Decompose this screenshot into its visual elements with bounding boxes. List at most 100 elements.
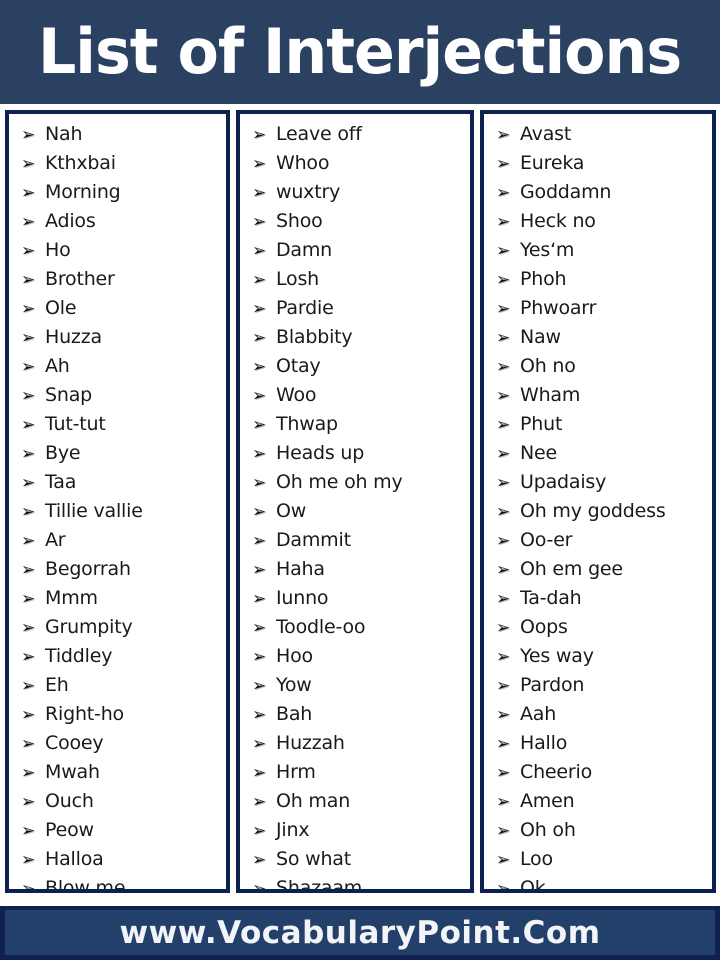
arrowhead-bullet-icon: ➢: [252, 473, 267, 493]
interjection-label: Ok: [520, 877, 546, 893]
arrowhead-bullet-icon: ➢: [21, 792, 36, 812]
arrowhead-bullet-icon: ➢: [252, 850, 267, 870]
list-item: ➢ Cooey: [15, 729, 224, 758]
list-item: ➢ Mmm: [15, 584, 224, 613]
arrowhead-bullet-icon: ➢: [496, 183, 511, 203]
list-item: ➢ Blow me: [15, 874, 224, 889]
interjection-label: Mmm: [45, 587, 98, 609]
list-item: ➢ Phwoarr: [490, 294, 710, 323]
arrowhead-bullet-icon: ➢: [496, 879, 511, 893]
arrowhead-bullet-icon: ➢: [21, 618, 36, 638]
interjection-label: Tillie vallie: [45, 500, 143, 522]
arrowhead-bullet-icon: ➢: [21, 589, 36, 609]
interjection-label: Phoh: [520, 268, 567, 290]
interjection-label: Upadaisy: [520, 471, 607, 493]
interjection-label: Ole: [45, 297, 77, 319]
arrowhead-bullet-icon: ➢: [496, 212, 511, 232]
arrowhead-bullet-icon: ➢: [496, 618, 511, 638]
list-item: ➢ Snap: [15, 381, 224, 410]
interjections-list-3: ➢ Avast ➢ Eureka ➢ Goddamn ➢ Heck no ➢ Yes‘m ➢ Phoh…: [490, 120, 710, 893]
interjection-label: Goddamn: [520, 181, 612, 203]
list-item: ➢ Hallo: [490, 729, 710, 758]
arrowhead-bullet-icon: ➢: [496, 850, 511, 870]
interjection-label: Jinx: [276, 819, 310, 841]
footer-inner-panel: www.VocabularyPoint.Com: [5, 910, 715, 955]
arrowhead-bullet-icon: ➢: [21, 299, 36, 319]
list-item: ➢ Ole: [15, 294, 224, 323]
arrowhead-bullet-icon: ➢: [496, 705, 511, 725]
list-item: ➢ Tiddley: [15, 642, 224, 671]
list-item: ➢ Halloa: [15, 845, 224, 874]
arrowhead-bullet-icon: ➢: [252, 705, 267, 725]
arrowhead-bullet-icon: ➢: [21, 676, 36, 696]
list-item: ➢ Morning: [15, 178, 224, 207]
interjection-label: Morning: [45, 181, 121, 203]
list-item: ➢ Otay: [246, 352, 468, 381]
arrowhead-bullet-icon: ➢: [21, 357, 36, 377]
arrowhead-bullet-icon: ➢: [252, 299, 267, 319]
website-url[interactable]: www.VocabularyPoint.Com: [119, 916, 600, 950]
interjection-label: Kthxbai: [45, 152, 116, 174]
list-item: ➢ Hoo: [246, 642, 468, 671]
list-item: ➢ Yes‘m: [490, 236, 710, 265]
interjection-label: So what: [276, 848, 351, 870]
arrowhead-bullet-icon: ➢: [496, 734, 511, 754]
list-item: ➢ Tillie vallie: [15, 497, 224, 526]
interjection-label: Phut: [520, 413, 563, 435]
list-item: ➢ Phut: [490, 410, 710, 439]
interjection-label: Amen: [520, 790, 575, 812]
interjection-label: Begorrah: [45, 558, 131, 580]
list-item: ➢ So what: [246, 845, 468, 874]
list-item: ➢ Oops: [490, 613, 710, 642]
interjection-label: Grumpity: [45, 616, 133, 638]
list-item: ➢ Peow: [15, 816, 224, 845]
list-item: ➢ Dammit: [246, 526, 468, 555]
interjection-label: Blabbity: [276, 326, 353, 348]
list-item: ➢ Avast: [490, 120, 710, 149]
list-item: ➢ Ho: [15, 236, 224, 265]
interjection-label: Ah: [45, 355, 70, 377]
list-item: ➢ Oo-er: [490, 526, 710, 555]
list-item: ➢ Ow: [246, 497, 468, 526]
interjection-label: Hoo: [276, 645, 313, 667]
interjection-label: Aah: [520, 703, 557, 725]
interjection-label: Halloa: [45, 848, 104, 870]
interjection-label: Thwap: [276, 413, 338, 435]
interjection-label: Ouch: [45, 790, 94, 812]
arrowhead-bullet-icon: ➢: [496, 589, 511, 609]
arrowhead-bullet-icon: ➢: [496, 357, 511, 377]
arrowhead-bullet-icon: ➢: [496, 154, 511, 174]
interjection-label: wuxtry: [276, 181, 341, 203]
list-item: ➢ Blabbity: [246, 323, 468, 352]
arrowhead-bullet-icon: ➢: [496, 241, 511, 261]
interjections-columns: ➢ Nah ➢ Kthxbai ➢ Morning ➢ Adios ➢ Ho ➢ Brother ➢ Ol…: [5, 110, 716, 893]
interjection-label: Shoo: [276, 210, 323, 232]
list-item: ➢ Heck no: [490, 207, 710, 236]
arrowhead-bullet-icon: ➢: [252, 357, 267, 377]
interjection-label: Huzza: [45, 326, 102, 348]
arrowhead-bullet-icon: ➢: [21, 415, 36, 435]
arrowhead-bullet-icon: ➢: [21, 473, 36, 493]
interjection-label: Ho: [45, 239, 71, 261]
arrowhead-bullet-icon: ➢: [496, 415, 511, 435]
arrowhead-bullet-icon: ➢: [496, 444, 511, 464]
arrowhead-bullet-icon: ➢: [496, 647, 511, 667]
list-item: ➢ Jinx: [246, 816, 468, 845]
poster-page: List of Interjections ➢ Nah ➢ Kthxbai ➢ Morni…: [0, 0, 720, 960]
list-item: ➢ Cheerio: [490, 758, 710, 787]
list-item: ➢ Bye: [15, 439, 224, 468]
list-item: ➢ Eh: [15, 671, 224, 700]
arrowhead-bullet-icon: ➢: [21, 531, 36, 551]
arrowhead-bullet-icon: ➢: [252, 415, 267, 435]
interjection-label: Haha: [276, 558, 325, 580]
interjection-label: Tiddley: [45, 645, 113, 667]
interjection-label: Iunno: [276, 587, 329, 609]
arrowhead-bullet-icon: ➢: [252, 763, 267, 783]
arrowhead-bullet-icon: ➢: [21, 154, 36, 174]
page-footer-banner: www.VocabularyPoint.Com: [0, 906, 720, 960]
list-item: ➢ Leave off: [246, 120, 468, 149]
list-item: ➢ Mwah: [15, 758, 224, 787]
arrowhead-bullet-icon: ➢: [252, 270, 267, 290]
interjections-list-1: ➢ Nah ➢ Kthxbai ➢ Morning ➢ Adios ➢ Ho ➢ Brother ➢ Ol…: [15, 120, 224, 889]
interjection-label: Damn: [276, 239, 333, 261]
